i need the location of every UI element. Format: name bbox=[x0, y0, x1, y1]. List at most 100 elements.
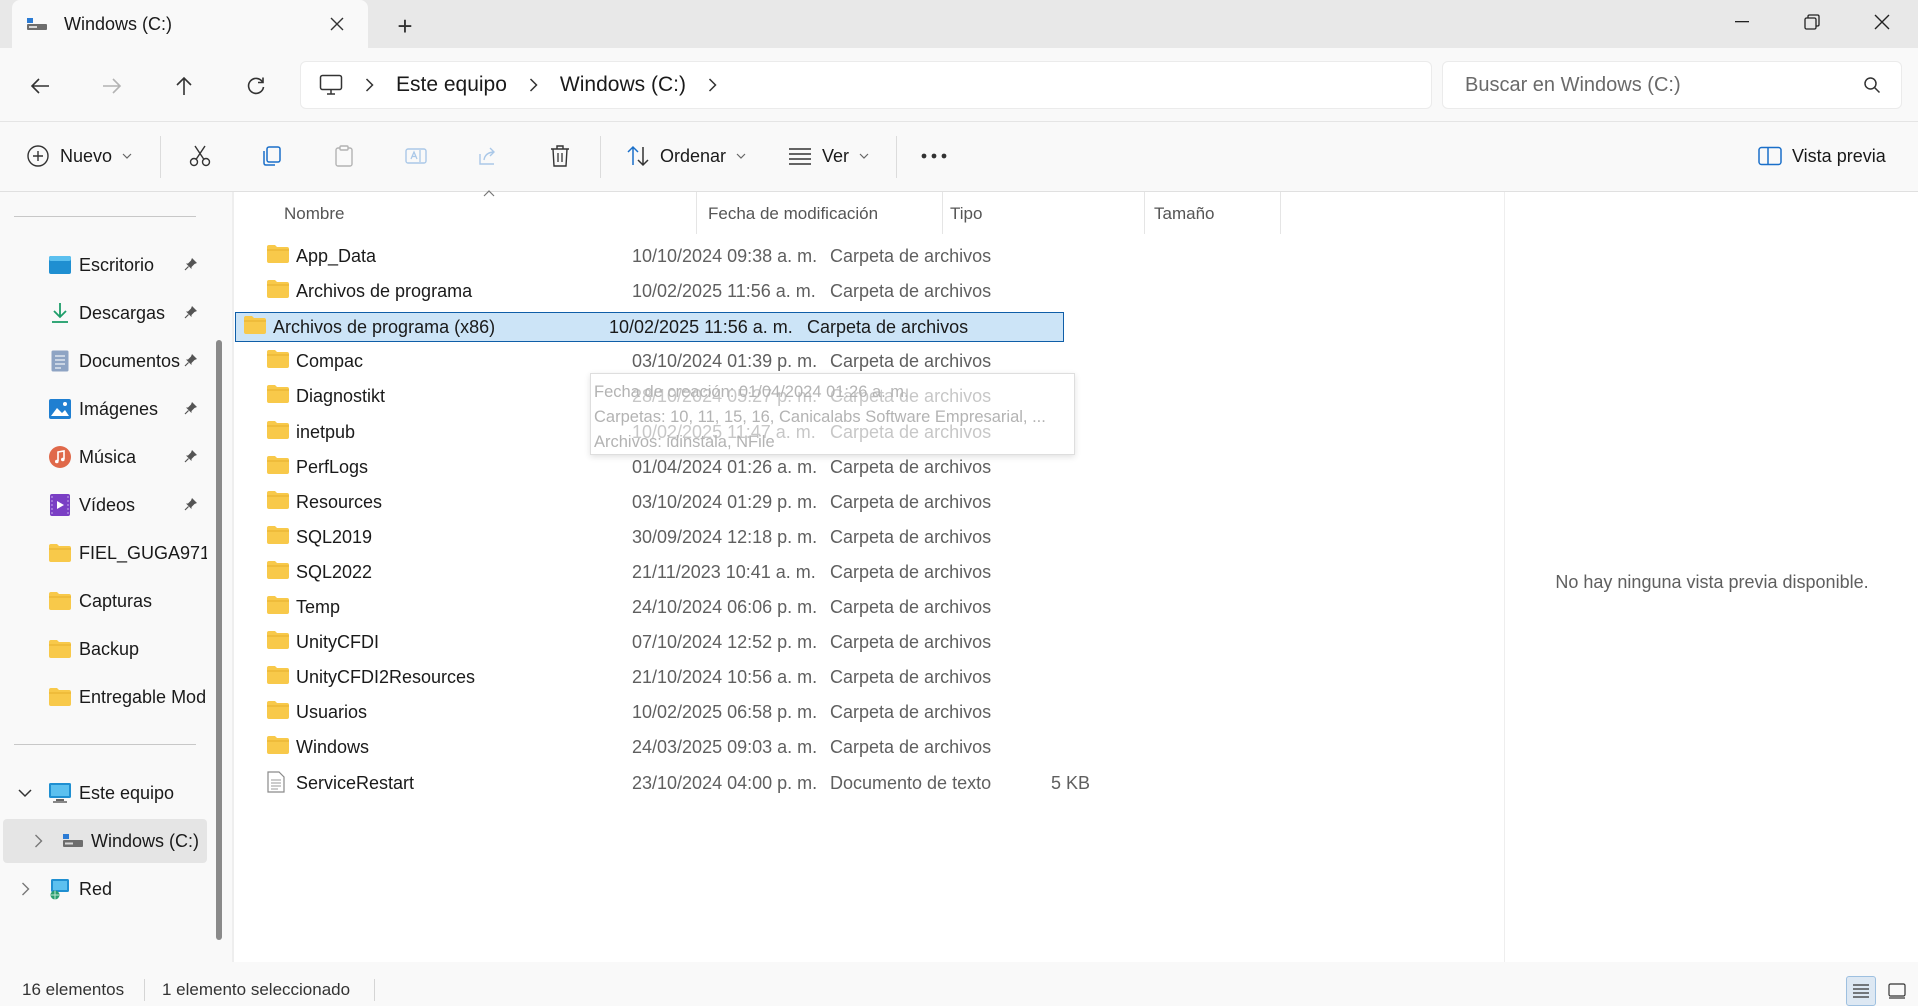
details-view-button[interactable] bbox=[1846, 976, 1876, 1006]
arrow-right-icon bbox=[103, 78, 122, 94]
sidebar-item-este-equipo[interactable]: Este equipo bbox=[0, 771, 208, 815]
sidebar-item-videos[interactable]: Vídeos bbox=[0, 483, 208, 527]
cut-button[interactable] bbox=[180, 136, 220, 176]
breadcrumb-item-windows-c[interactable]: Windows (C:) bbox=[560, 73, 686, 97]
column-divider[interactable] bbox=[696, 192, 697, 234]
close-window-button[interactable] bbox=[1848, 0, 1916, 44]
forward-button[interactable] bbox=[92, 66, 132, 106]
paste-icon bbox=[335, 145, 353, 167]
back-button[interactable] bbox=[20, 66, 60, 106]
sidebar-item-musica[interactable]: Música bbox=[0, 435, 208, 479]
sidebar-item-label: FIEL_GUGA9710 bbox=[79, 542, 207, 563]
pane-splitter[interactable] bbox=[232, 192, 234, 962]
file-row[interactable]: ServiceRestart 23/10/2024 04:00 p. m. Docu… bbox=[260, 762, 1274, 805]
sidebar-item-documentos[interactable]: Documentos bbox=[0, 339, 208, 383]
sidebar-scrollbar[interactable] bbox=[216, 340, 222, 940]
scissors-icon bbox=[189, 145, 211, 167]
file-row[interactable]: Archivos de programa (x86) 10/02/2025 11:… bbox=[235, 312, 1064, 342]
tiles-view-button[interactable] bbox=[1882, 976, 1912, 1006]
pictures-icon bbox=[48, 397, 72, 421]
refresh-button[interactable] bbox=[236, 66, 276, 106]
view-button[interactable]: Ver bbox=[788, 134, 869, 178]
desktop-icon bbox=[48, 253, 72, 277]
file-date: 07/10/2024 12:52 p. m. bbox=[632, 632, 818, 652]
chevron-right-icon[interactable] bbox=[16, 880, 34, 898]
rename-button[interactable] bbox=[396, 136, 436, 176]
title-bar: Windows (C:) + bbox=[0, 0, 1918, 48]
chevron-right-icon[interactable] bbox=[708, 78, 717, 92]
search-input[interactable] bbox=[1465, 73, 1845, 97]
arrow-up-icon bbox=[176, 76, 192, 95]
search-box[interactable] bbox=[1442, 61, 1902, 109]
column-divider[interactable] bbox=[1280, 192, 1281, 234]
sidebar-item-escritorio[interactable]: Escritorio bbox=[0, 243, 208, 287]
preview-pane-button[interactable]: Vista previa bbox=[1758, 134, 1886, 178]
chevron-right-icon[interactable] bbox=[365, 78, 374, 92]
chevron-down-icon bbox=[122, 153, 132, 159]
restore-button[interactable] bbox=[1778, 0, 1846, 44]
column-header-size[interactable]: Tamaño bbox=[1154, 192, 1214, 236]
file-name: ServiceRestart bbox=[296, 773, 415, 793]
pin-icon[interactable] bbox=[184, 255, 198, 276]
delete-button[interactable] bbox=[540, 136, 580, 176]
copy-button[interactable] bbox=[252, 136, 292, 176]
paste-button[interactable] bbox=[324, 136, 364, 176]
file-name: UnityCFDI2Resources bbox=[296, 667, 476, 687]
file-name: SQL2019 bbox=[296, 527, 373, 547]
file-date: 10/02/2025 06:58 p. m. bbox=[632, 702, 818, 722]
minimize-button[interactable] bbox=[1708, 0, 1776, 44]
column-header-date[interactable]: Fecha de modificación bbox=[708, 192, 878, 236]
folder-icon bbox=[266, 490, 290, 512]
drive-icon bbox=[61, 829, 85, 853]
sidebar-item-backup[interactable]: Backup bbox=[0, 627, 208, 671]
chevron-right-icon[interactable] bbox=[29, 832, 47, 850]
sidebar-item-imagenes[interactable]: Imágenes bbox=[0, 387, 208, 431]
pin-icon[interactable] bbox=[184, 495, 198, 516]
sidebar-item-capturas[interactable]: Capturas bbox=[0, 579, 208, 623]
column-header-type[interactable]: Tipo bbox=[950, 192, 982, 236]
videos-icon bbox=[48, 493, 72, 517]
file-type: Carpeta de archivos bbox=[830, 351, 992, 371]
pin-icon[interactable] bbox=[184, 399, 198, 420]
folder-icon bbox=[48, 637, 72, 661]
breadcrumb-item-este-equipo[interactable]: Este equipo bbox=[396, 73, 507, 97]
preview-pane: No hay ninguna vista previa disponible. bbox=[1504, 192, 1918, 962]
chevron-down-icon[interactable] bbox=[16, 784, 34, 802]
new-button-label: Nuevo bbox=[60, 145, 113, 166]
sidebar-item-fiel[interactable]: FIEL_GUGA9710 bbox=[0, 531, 208, 575]
file-type: Carpeta de archivos bbox=[830, 737, 992, 757]
sidebar-item-label: Backup bbox=[79, 638, 140, 659]
new-tab-button[interactable]: + bbox=[390, 11, 420, 41]
breadcrumb[interactable]: Este equipo Windows (C:) bbox=[300, 61, 1432, 109]
sidebar-item-descargas[interactable]: Descargas bbox=[0, 291, 208, 335]
pin-icon[interactable] bbox=[184, 447, 198, 468]
chevron-down-icon bbox=[859, 153, 869, 159]
tab-windows-c[interactable]: Windows (C:) bbox=[12, 0, 368, 48]
new-button[interactable]: Nuevo bbox=[26, 134, 132, 178]
chevron-right-icon[interactable] bbox=[529, 78, 538, 92]
close-tab-icon[interactable] bbox=[326, 13, 348, 35]
column-header-name[interactable]: Nombre bbox=[284, 192, 344, 236]
sidebar-item-red[interactable]: Red bbox=[0, 867, 208, 911]
up-button[interactable] bbox=[164, 66, 204, 106]
column-divider[interactable] bbox=[942, 192, 943, 234]
file-row[interactable]: Archivos de programa 10/02/2025 11:56 a. … bbox=[260, 270, 1274, 313]
folder-icon bbox=[48, 685, 72, 709]
search-icon[interactable] bbox=[1863, 76, 1881, 99]
item-count: 16 elementos bbox=[22, 980, 125, 999]
sort-button[interactable]: Ordenar bbox=[626, 134, 746, 178]
share-button[interactable] bbox=[468, 136, 508, 176]
file-name: inetpub bbox=[296, 422, 356, 442]
column-divider[interactable] bbox=[1144, 192, 1145, 234]
preview-pane-icon bbox=[1758, 146, 1782, 166]
pin-icon[interactable] bbox=[184, 351, 198, 372]
sidebar-item-label: Este equipo bbox=[79, 782, 175, 803]
file-type: Carpeta de archivos bbox=[830, 457, 992, 477]
folder-icon bbox=[266, 735, 290, 757]
sidebar-item-entregable[interactable]: Entregable Mod bbox=[0, 675, 208, 719]
more-options-button[interactable] bbox=[914, 136, 954, 176]
file-date: 10/02/2025 11:56 a. m. bbox=[632, 281, 816, 301]
pin-icon[interactable] bbox=[184, 303, 198, 324]
chevron-down-icon bbox=[736, 153, 746, 159]
sidebar-item-windows-c[interactable]: Windows (C:) bbox=[3, 819, 207, 863]
